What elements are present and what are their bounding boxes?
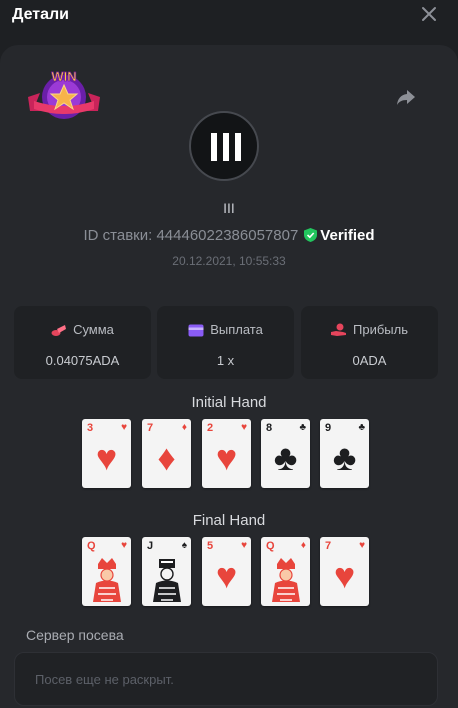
card-icon xyxy=(188,324,204,337)
bet-id-label: ID ставки: xyxy=(83,227,153,244)
details-panel: WIN III ID ставки: 44446022386057807 Veri… xyxy=(0,45,458,708)
stat-amount-value: 0.04075ADA xyxy=(45,353,120,368)
heart-icon: ♥ xyxy=(95,437,118,478)
playing-card: 8 ♣ ♣ xyxy=(261,419,310,488)
stat-payout-value: 1 x xyxy=(216,353,235,368)
playing-card: 7 ♦ ♦ xyxy=(142,419,191,488)
bet-id-row: ID ставки: 44446022386057807 Verified xyxy=(0,227,458,244)
playing-card: 3 ♥ ♥ xyxy=(82,419,131,488)
playing-card: J ♠ xyxy=(142,537,191,606)
verified-shield-icon xyxy=(304,228,318,242)
playing-card: Q ♦ xyxy=(261,537,310,606)
close-icon[interactable] xyxy=(420,5,438,23)
stat-profit-label: Прибыль xyxy=(353,322,408,337)
player-name: III xyxy=(223,200,235,216)
seed-label: Сервер посева xyxy=(26,627,124,643)
stat-profit-value: 0ADA xyxy=(352,353,387,368)
playing-card: 5 ♥ ♥ xyxy=(202,537,251,606)
initial-hand-title: Initial Hand xyxy=(191,394,267,411)
queen-face-icon xyxy=(93,558,121,602)
playing-card: 7 ♥ ♥ xyxy=(320,537,369,606)
stat-amount-label: Сумма xyxy=(73,322,114,337)
seed-field[interactable]: Посев еще не раскрыт. xyxy=(14,652,438,706)
verified-label: Verified xyxy=(320,227,375,244)
club-icon: ♣ xyxy=(273,437,298,478)
stat-amount: Сумма 0.04075ADA xyxy=(14,306,151,379)
bet-datetime: 20.12.2021, 10:55:33 xyxy=(172,254,286,268)
avatar xyxy=(189,111,259,181)
coins-icon xyxy=(51,325,67,336)
club-icon: ♣ xyxy=(332,437,357,478)
seed-value: Посев еще не раскрыт. xyxy=(35,672,174,687)
initial-hand-cards: 3 ♥ ♥ 7 ♦ ♦ 2 ♥ ♥ 8 ♣ ♣ 9 ♣ ♣ xyxy=(82,419,382,489)
win-logo-text: WIN xyxy=(51,69,76,84)
header: Детали xyxy=(0,0,458,34)
playing-card: 9 ♣ ♣ xyxy=(320,419,369,488)
bet-id-value: 44446022386057807 xyxy=(156,227,299,244)
final-hand-cards: Q ♥ J ♠ 5 ♥ ♥ Q ♦ 7 ♥ ♥ xyxy=(82,537,382,607)
playing-card: 2 ♥ ♥ xyxy=(202,419,251,488)
dialog-title: Детали xyxy=(12,6,70,23)
jack-face-icon xyxy=(153,559,181,602)
final-hand-title: Final Hand xyxy=(192,512,266,529)
heart-icon: ♥ xyxy=(215,555,238,596)
hand-coin-icon xyxy=(331,323,346,336)
heart-icon: ♥ xyxy=(333,555,356,596)
diamond-icon: ♦ xyxy=(157,437,176,478)
heart-icon: ♥ xyxy=(215,437,238,478)
stat-profit: Прибыль 0ADA xyxy=(301,306,438,379)
stat-payout: Выплата 1 x xyxy=(157,306,294,379)
queen-face-icon xyxy=(272,558,300,602)
win-logo: WIN xyxy=(28,69,100,119)
stat-payout-label: Выплата xyxy=(210,322,263,337)
share-icon[interactable] xyxy=(394,85,418,109)
playing-card: Q ♥ xyxy=(82,537,131,606)
avatar-bars-icon xyxy=(211,133,241,161)
